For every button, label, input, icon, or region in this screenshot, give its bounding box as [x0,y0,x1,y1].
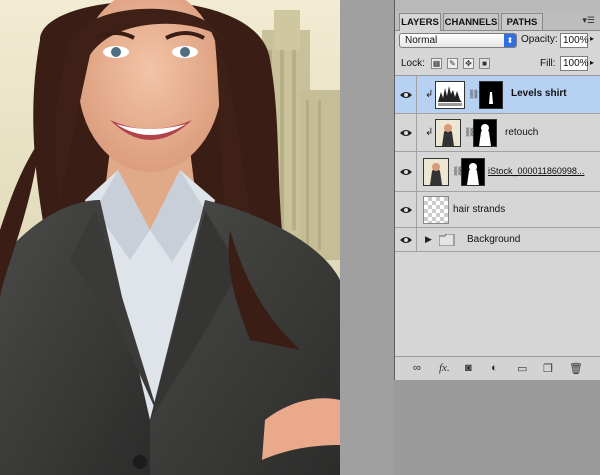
layer-name: iStock_000011860998... [488,166,585,176]
fill-input[interactable]: 100% [560,56,589,71]
layers-bottom-toolbar: ∞ fx. ◙ ◐ ▭ ❐ 🗑 [395,356,600,380]
canvas-background [340,0,394,475]
clipping-arrow-icon: ↲ [425,89,434,100]
tab-channels[interactable]: CHANNELS [443,13,499,30]
lock-label: Lock: [401,58,425,69]
mask-link-icon[interactable]: ⛓ [468,89,479,100]
opacity-arrow-icon[interactable]: ▸ [590,34,594,43]
layer-row-background[interactable]: ▶ Background [395,228,600,252]
layer-name: hair strands [453,204,506,215]
expand-triangle-icon[interactable]: ▶ [425,234,432,245]
tab-paths[interactable]: PATHS [501,13,543,30]
layer-name: Levels shirt [511,88,567,99]
layer-mask-thumbnail[interactable] [461,158,485,186]
layer-row-retouch[interactable]: ↲ ⛓ retouch [395,114,600,152]
layer-name: retouch [505,127,539,138]
layer-mask-thumbnail[interactable] [473,119,497,147]
transparent-thumbnail[interactable] [423,196,449,224]
adjustment-layer-icon[interactable]: ◐ [491,362,498,374]
clipping-arrow-icon: ↲ [425,127,434,138]
visibility-eye-icon[interactable] [395,76,417,113]
new-layer-icon[interactable]: ❐ [543,362,553,375]
blend-mode-value: Normal [405,35,438,46]
panel-menu-icon[interactable]: ▾☰ [582,15,595,26]
fill-label: Fill: [540,58,556,69]
layer-row-istock[interactable]: ⛓ iStock_000011860998... [395,152,600,192]
add-mask-icon[interactable]: ◙ [465,362,472,374]
fx-icon[interactable]: fx. [439,362,450,374]
layer-row-levels-shirt[interactable]: ↲ ⛓ Levels shirt [395,76,600,114]
visibility-eye-icon[interactable] [395,114,417,151]
levels-histogram-icon[interactable] [435,81,465,109]
trash-icon[interactable]: 🗑 [569,362,583,375]
visibility-eye-icon[interactable] [395,228,417,251]
layers-panel: LAYERS CHANNELS PATHS ▾☰ Normal ⬍ Opacit… [394,0,600,380]
canvas-photo[interactable] [0,0,340,475]
fill-arrow-icon[interactable]: ▸ [590,58,594,67]
opacity-input[interactable]: 100% [560,33,589,48]
lock-all-icon[interactable]: ■ [479,58,490,69]
blend-mode-select[interactable]: Normal ⬍ [399,33,517,48]
select-arrows-icon: ⬍ [504,34,516,47]
opacity-label: Opacity: [521,34,558,45]
lock-transparent-icon[interactable]: ▦ [431,58,442,69]
tab-layers[interactable]: LAYERS [399,13,441,31]
visibility-eye-icon[interactable] [395,192,417,227]
link-layers-icon[interactable]: ∞ [413,362,421,374]
visibility-eye-icon[interactable] [395,152,417,191]
blend-opacity-row: Normal ⬍ Opacity: 100% ▸ [395,31,600,51]
lock-image-icon[interactable]: ✎ [447,58,458,69]
layer-thumbnail[interactable] [423,158,449,186]
new-group-icon[interactable]: ▭ [517,362,527,375]
layer-thumbnail[interactable] [435,119,461,147]
panel-tabs: LAYERS CHANNELS PATHS ▾☰ [395,11,600,31]
layer-row-hair-strands[interactable]: hair strands [395,192,600,228]
lock-position-icon[interactable]: ✥ [463,58,474,69]
folder-icon [439,234,455,246]
portrait-image [0,0,340,475]
layer-name: Background [467,234,521,245]
lock-fill-row: Lock: ▦ ✎ ✥ ■ Fill: 100% ▸ [395,53,600,76]
layer-mask-thumbnail[interactable] [479,81,503,109]
